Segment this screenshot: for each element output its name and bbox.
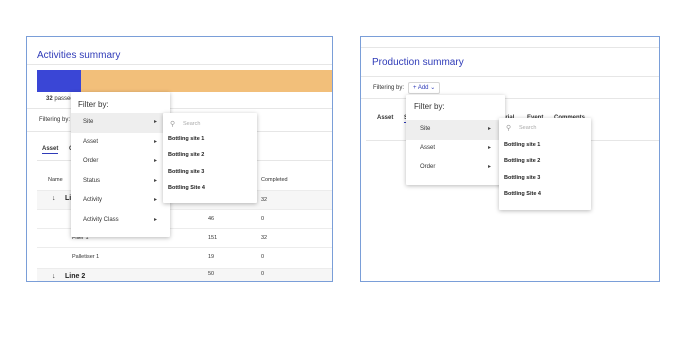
filter-option-label: Activity	[83, 197, 103, 203]
site-submenu: ⚲ Search Bottling site 1 Bottling site 2…	[499, 118, 591, 210]
filter-option-site[interactable]: Site ▸	[406, 120, 505, 140]
site-option-label: Bottling site 2	[504, 158, 541, 164]
filter-option-label: Activity Class	[83, 217, 119, 223]
filter-menu: Filter by: Site ▸ Asset ▸ Order ▸	[406, 95, 505, 185]
arrow-down-icon: ↓	[52, 195, 56, 202]
chevron-right-icon: ▸	[488, 145, 492, 151]
site-option-label: Bottling site 1	[168, 136, 205, 142]
filter-option-asset[interactable]: Asset ▸	[406, 139, 505, 159]
site-search-input[interactable]: ⚲ Search	[499, 120, 591, 136]
chevron-down-icon: ⌄	[430, 85, 436, 91]
site-submenu: ⚲ Search Bottling site 1 Bottling site 2…	[163, 113, 257, 203]
site-search-input[interactable]: ⚲ Search	[163, 116, 257, 132]
chevron-right-icon: ▸	[154, 197, 158, 203]
site-option[interactable]: Bottling site 2	[499, 154, 591, 170]
filter-option-label: Asset	[420, 145, 436, 151]
add-filter-label: + Add	[413, 85, 429, 91]
search-placeholder: Search	[183, 121, 201, 127]
site-option[interactable]: Bottling site 2	[163, 148, 257, 164]
filtering-label: Filtering by:	[39, 117, 71, 123]
completed-cell: 0	[261, 271, 265, 277]
site-option[interactable]: Bottling Site 4	[163, 181, 257, 197]
filter-option-activity-class[interactable]: Activity Class ▸	[71, 211, 170, 231]
filter-option-order[interactable]: Order ▸	[71, 152, 170, 172]
panel-title: Activities summary	[37, 50, 121, 61]
filter-option-label: Order	[83, 158, 99, 164]
site-option[interactable]: Bottling site 3	[499, 171, 591, 187]
group-name: Line 2	[65, 273, 86, 280]
divider	[361, 47, 659, 48]
site-option-label: Bottling site 2	[168, 152, 205, 158]
tab-asset[interactable]: Asset	[377, 115, 393, 121]
arrow-down-icon: ↓	[52, 273, 56, 280]
value-cell: 50	[208, 271, 215, 277]
search-placeholder: Search	[519, 125, 537, 131]
site-option-label: Bottling Site 4	[168, 185, 205, 191]
search-icon: ⚲	[506, 125, 512, 132]
filtering-label: Filtering by:	[373, 85, 405, 91]
passed-count: 32	[46, 96, 53, 102]
chevron-right-icon: ▸	[154, 158, 158, 164]
chevron-right-icon: ▸	[488, 164, 492, 170]
site-option-label: Bottling site 3	[504, 175, 541, 181]
filter-option-order[interactable]: Order ▸	[406, 158, 505, 178]
completed-cell: 32	[261, 235, 268, 241]
value-cell: 19	[208, 254, 215, 260]
passed-summary: 32 passed	[46, 96, 74, 102]
filter-option-asset[interactable]: Asset ▸	[71, 133, 170, 153]
site-option[interactable]: Bottling site 1	[499, 138, 591, 154]
tab-asset[interactable]: Asset	[42, 146, 59, 154]
filter-menu: Filter by: Site ▸ Asset ▸ Order ▸ Status…	[71, 92, 170, 237]
filter-option-site[interactable]: Site ▸	[71, 113, 170, 133]
divider	[27, 64, 332, 65]
filter-option-label: Site	[83, 119, 94, 125]
name-cell: Palletiser 1	[72, 254, 100, 260]
chevron-right-icon: ▸	[154, 217, 158, 223]
completed-cell: 0	[261, 254, 265, 260]
divider	[361, 76, 659, 77]
site-option[interactable]: Bottling site 1	[163, 132, 257, 148]
value-cell: 46	[208, 216, 215, 222]
filter-menu-title: Filter by:	[414, 102, 445, 111]
value-cell: 151	[208, 235, 218, 241]
chevron-right-icon: ▸	[154, 178, 158, 184]
column-header-completed: Completed	[261, 177, 288, 183]
chevron-right-icon: ▸	[488, 126, 492, 132]
filter-option-label: Order	[420, 164, 436, 170]
completed-cell: 32	[261, 197, 268, 203]
column-header-name: Name	[48, 177, 63, 183]
filter-option-status[interactable]: Status ▸	[71, 172, 170, 192]
activities-progress-bar	[37, 70, 332, 92]
filter-option-activity[interactable]: Activity ▸	[71, 191, 170, 211]
panel-title: Production summary	[372, 57, 464, 68]
filter-option-label: Status	[83, 178, 101, 184]
table-row[interactable]: Palletiser 1 19 0	[37, 247, 332, 266]
filter-menu-title: Filter by:	[78, 100, 109, 109]
site-option[interactable]: Bottling Site 4	[499, 187, 591, 203]
progress-bar-fill	[37, 70, 81, 92]
site-option[interactable]: Bottling site 3	[163, 165, 257, 181]
search-icon: ⚲	[170, 121, 176, 128]
completed-cell: 0	[261, 216, 265, 222]
add-filter-button[interactable]: + Add ⌄	[408, 82, 441, 94]
chevron-right-icon: ▸	[154, 119, 158, 125]
chevron-right-icon: ▸	[154, 139, 158, 145]
site-option-label: Bottling Site 4	[504, 191, 541, 197]
filter-option-label: Site	[420, 126, 431, 132]
site-option-label: Bottling site 1	[504, 142, 541, 148]
filter-option-label: Asset	[83, 139, 99, 145]
table-row-group[interactable]: ↓ Line 2 50 0	[37, 268, 332, 281]
site-option-label: Bottling site 3	[168, 169, 205, 175]
